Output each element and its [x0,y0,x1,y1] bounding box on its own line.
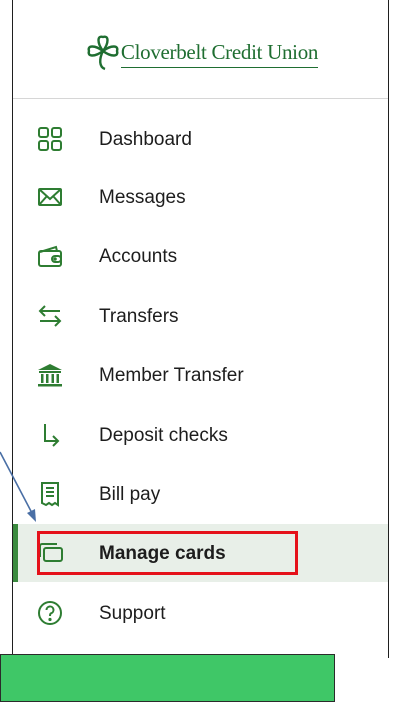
sidebar-item-member-transfer[interactable]: Member Transfer [13,346,388,404]
swap-arrows-icon [36,302,64,330]
sidebar-item-manage-cards[interactable]: Manage cards [13,524,388,582]
sidebar-item-label: Accounts [99,246,178,267]
sidebar-item-messages[interactable]: Messages [13,168,388,226]
sidebar-item-label: Member Transfer [99,365,244,386]
brand-logo[interactable]: Cloverbelt Credit Union [13,26,388,76]
sidebar-item-label: Deposit checks [99,425,228,446]
sidebar-item-deposit-checks[interactable]: Deposit checks [13,406,388,464]
clover-logo-icon [87,35,119,71]
sidebar-item-dashboard[interactable]: Dashboard [13,110,388,168]
receipt-icon [36,480,64,508]
envelope-icon [36,183,64,211]
sidebar-item-accounts[interactable]: Accounts [13,227,388,285]
wallet-icon [36,242,64,270]
sidebar-item-label: Support [99,603,166,624]
sidebar-panel: Cloverbelt Credit Union Dashboard Messag… [12,0,389,658]
sidebar-item-bill-pay[interactable]: Bill pay [13,465,388,523]
sidebar-item-transfers[interactable]: Transfers [13,287,388,345]
highlight-box [37,531,298,575]
callout-banner [0,654,335,702]
sidebar-item-label: Transfers [99,306,179,327]
header-divider [13,98,388,99]
active-indicator [13,524,18,582]
brand-name: Cloverbelt Credit Union [120,40,318,68]
dashboard-grid-icon [36,125,64,153]
sidebar-item-support[interactable]: Support [13,584,388,642]
deposit-arrow-icon [36,421,64,449]
sidebar-item-label: Messages [99,187,186,208]
bank-icon [36,361,64,389]
sidebar-item-label: Bill pay [99,484,161,505]
sidebar-item-label: Dashboard [99,129,192,150]
help-circle-icon [36,599,64,627]
